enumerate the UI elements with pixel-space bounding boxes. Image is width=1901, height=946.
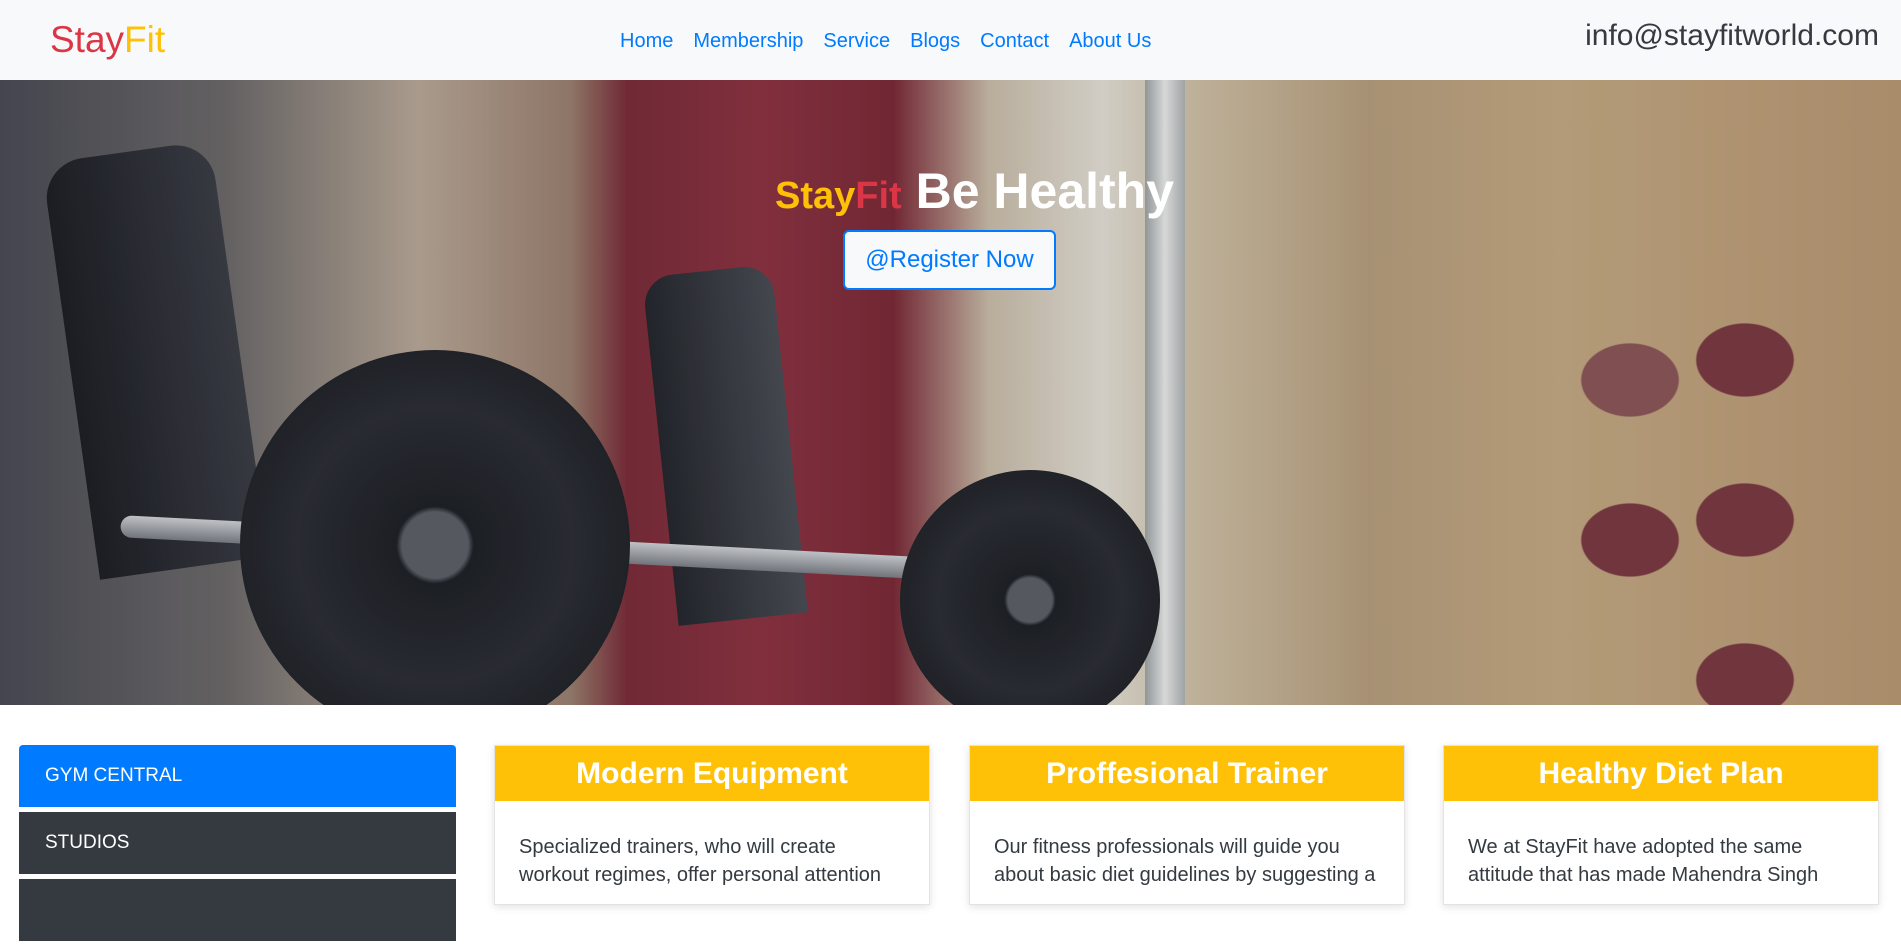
feature-card-modern-equipment: Modern Equipment Specialized trainers, w…: [494, 745, 930, 905]
brand-logo-part2: Fit: [124, 19, 166, 60]
sidebar-item-studios[interactable]: STUDIOS: [19, 812, 456, 874]
hero-banner: StayFit Be Healthy @Register Now: [0, 80, 1901, 705]
nav-link-home[interactable]: Home: [620, 26, 673, 56]
hero-title-part3: Be Healthy: [915, 163, 1175, 219]
top-navbar: StayFit Home Membership Service Blogs Co…: [0, 0, 1901, 80]
card-title: Modern Equipment: [495, 746, 929, 801]
brand-logo[interactable]: StayFit: [50, 18, 165, 62]
card-text: Specialized trainers, who will create wo…: [519, 836, 882, 886]
sidebar-item-next[interactable]: [19, 879, 456, 941]
nav-links: Home Membership Service Blogs Contact Ab…: [620, 26, 1151, 56]
hero-title-part2: Fit: [855, 175, 902, 217]
hero-title: StayFit Be Healthy: [0, 160, 1901, 227]
sidebar-item-gym-central[interactable]: GYM CENTRAL: [19, 745, 456, 807]
feature-card-healthy-diet-plan: Healthy Diet Plan We at StayFit have ado…: [1443, 745, 1879, 905]
card-title: Healthy Diet Plan: [1444, 746, 1878, 801]
brand-logo-part1: Stay: [50, 19, 125, 60]
nav-link-about-us[interactable]: About Us: [1069, 26, 1151, 56]
register-now-button[interactable]: @Register Now: [843, 230, 1056, 290]
nav-link-service[interactable]: Service: [823, 26, 890, 56]
feature-card-professional-trainer: Proffesional Trainer Our fitness profess…: [969, 745, 1405, 905]
nav-link-membership[interactable]: Membership: [693, 26, 803, 56]
hero-title-part1: Stay: [774, 175, 856, 217]
nav-link-contact[interactable]: Contact: [980, 26, 1049, 56]
contact-email: info@stayfitworld.com: [1585, 19, 1879, 52]
card-text: We at StayFit have adopted the same atti…: [1468, 836, 1819, 886]
card-title: Proffesional Trainer: [970, 746, 1404, 801]
card-text: Our fitness professionals will guide you…: [994, 836, 1376, 886]
sidebar-list: GYM CENTRAL STUDIOS: [19, 745, 456, 946]
nav-link-blogs[interactable]: Blogs: [910, 26, 960, 56]
